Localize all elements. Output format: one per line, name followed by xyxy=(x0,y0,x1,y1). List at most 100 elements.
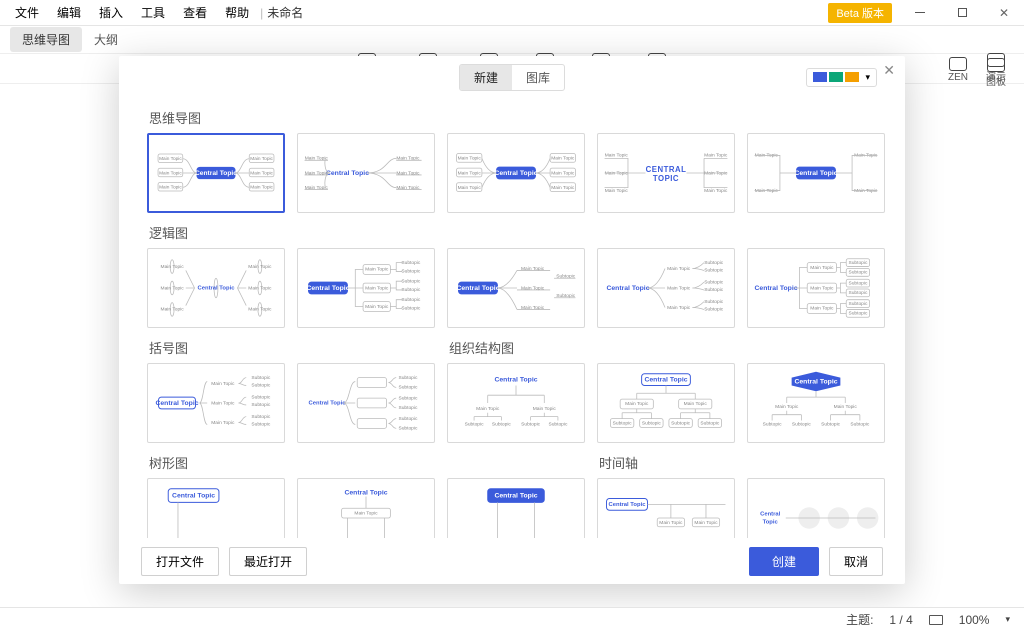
menu-file[interactable]: 文件 xyxy=(6,4,48,21)
view-tab-mindmap[interactable]: 思维导图 xyxy=(10,27,82,52)
svg-text:Subtopic: Subtopic xyxy=(548,422,567,428)
status-zoom[interactable]: 100% xyxy=(959,613,990,627)
svg-text:Central Topic: Central Topic xyxy=(155,400,198,407)
svg-text:Central Topic: Central Topic xyxy=(344,489,387,496)
svg-text:Subtopic: Subtopic xyxy=(613,421,632,427)
template-org-1[interactable]: Central Topic Main TopicMain Topic Subto… xyxy=(447,363,585,443)
template-tree-1[interactable]: Central Topic xyxy=(147,478,285,538)
template-brace-2[interactable]: Central Topic SubtopicSubtopic SubtopicS… xyxy=(297,363,435,443)
fit-to-screen-icon[interactable] xyxy=(929,615,943,625)
svg-text:Main Topic: Main Topic xyxy=(605,188,629,194)
svg-text:Main Topic: Main Topic xyxy=(458,170,482,176)
svg-text:Main Topic: Main Topic xyxy=(694,520,718,526)
template-logic-4[interactable]: Central Topic Main TopicMain TopicMain T… xyxy=(597,248,735,328)
section-title-logic: 逻辑图 xyxy=(149,223,877,242)
template-org-2[interactable]: Central Topic Main Topic Main Topic Subt… xyxy=(597,363,735,443)
recent-files-button[interactable]: 最近打开 xyxy=(229,547,307,576)
menu-view[interactable]: 查看 xyxy=(174,4,216,21)
open-file-button[interactable]: 打开文件 xyxy=(141,547,219,576)
window-maximize-button[interactable] xyxy=(948,5,976,21)
svg-text:Central: Central xyxy=(760,512,781,518)
svg-text:Central Topic: Central Topic xyxy=(306,285,349,292)
template-logic-5[interactable]: Central Topic Main Topic Main Topic Main… xyxy=(747,248,885,328)
view-tab-outline[interactable]: 大纲 xyxy=(82,27,130,52)
svg-text:TOPIC: TOPIC xyxy=(653,174,679,183)
svg-text:Subtopic: Subtopic xyxy=(848,270,867,276)
svg-text:Subtopic: Subtopic xyxy=(398,426,417,432)
svg-text:Main Topic: Main Topic xyxy=(667,266,691,272)
cancel-button[interactable]: 取消 xyxy=(829,547,883,576)
template-tree-2[interactable]: Central Topic Main Topic xyxy=(297,478,435,538)
svg-text:Main Topic: Main Topic xyxy=(810,285,834,291)
document-title: 未命名 xyxy=(267,4,303,21)
section-logic: Central Topic Main Topic Main Topic Main… xyxy=(147,248,877,328)
svg-text:Subtopic: Subtopic xyxy=(401,269,420,275)
section-mindmap: Central Topic Main Topic Main Topic Main… xyxy=(147,133,877,213)
svg-text:Main Topic: Main Topic xyxy=(684,401,708,407)
svg-text:Main Topic: Main Topic xyxy=(159,170,182,176)
theme-picker[interactable]: ▾ xyxy=(806,68,877,87)
svg-text:Subtopic: Subtopic xyxy=(763,422,782,428)
svg-text:Subtopic: Subtopic xyxy=(401,278,420,284)
menu-insert[interactable]: 插入 xyxy=(90,4,132,21)
beta-badge: Beta 版本 xyxy=(828,3,892,23)
template-tree-3[interactable]: Central Topic xyxy=(447,478,585,538)
svg-text:Central Topic: Central Topic xyxy=(794,170,837,177)
template-mindmap-4[interactable]: CENTRAL TOPIC Main TopicMain TopicMain T… xyxy=(597,133,735,213)
svg-text:Subtopic: Subtopic xyxy=(848,260,867,266)
menu-help[interactable]: 帮助 xyxy=(216,4,258,21)
svg-text:Central Topic: Central Topic xyxy=(309,401,347,407)
svg-text:Subtopic: Subtopic xyxy=(251,414,270,420)
svg-text:Main Topic: Main Topic xyxy=(365,285,389,291)
menu-edit[interactable]: 编辑 xyxy=(48,4,90,21)
svg-text:Subtopic: Subtopic xyxy=(792,422,811,428)
window-minimize-button[interactable] xyxy=(906,5,934,21)
svg-text:Main Topic: Main Topic xyxy=(248,307,272,313)
svg-text:Subtopic: Subtopic xyxy=(704,279,723,285)
svg-text:Central Topic: Central Topic xyxy=(755,285,798,292)
svg-text:Subtopic: Subtopic xyxy=(700,421,719,427)
svg-text:Main Topic: Main Topic xyxy=(250,185,273,191)
svg-text:Main Topic: Main Topic xyxy=(476,406,500,412)
window-close-button[interactable] xyxy=(990,5,1018,21)
svg-text:Subtopic: Subtopic xyxy=(850,422,869,428)
svg-text:Subtopic: Subtopic xyxy=(704,268,723,274)
create-button[interactable]: 创建 xyxy=(749,547,819,576)
svg-text:Subtopic: Subtopic xyxy=(398,395,417,401)
svg-text:Main Topic: Main Topic xyxy=(533,406,557,412)
svg-text:Main Topic: Main Topic xyxy=(810,265,834,271)
template-logic-1[interactable]: Central Topic Main Topic Main Topic Main… xyxy=(147,248,285,328)
template-mindmap-1[interactable]: Central Topic Main Topic Main Topic Main… xyxy=(147,133,285,213)
svg-text:Subtopic: Subtopic xyxy=(821,422,840,428)
svg-text:Main Topic: Main Topic xyxy=(248,264,272,270)
dialog-tab-new[interactable]: 新建 xyxy=(460,65,512,90)
template-mindmap-2[interactable]: Central Topic Main TopicMain TopicMain T… xyxy=(297,133,435,213)
menubar: 文件 编辑 插入 工具 查看 帮助 | 未命名 Beta 版本 xyxy=(0,0,1024,26)
svg-text:Main Topic: Main Topic xyxy=(810,306,834,312)
svg-text:Subtopic: Subtopic xyxy=(704,307,723,313)
template-brace-1[interactable]: Central Topic Main TopicMain TopicMain T… xyxy=(147,363,285,443)
template-timeline-1[interactable]: Central Topic Main Topic Main Topic xyxy=(597,478,735,538)
svg-text:Main Topic: Main Topic xyxy=(551,170,575,176)
template-timeline-2[interactable]: Central Topic xyxy=(747,478,885,538)
svg-text:Main Topic: Main Topic xyxy=(248,285,272,291)
dialog-body: 思维导图 Central Topic Main Topic Main Topic… xyxy=(119,98,905,538)
svg-text:Main Topic: Main Topic xyxy=(211,400,235,406)
chevron-down-icon[interactable]: ▾ xyxy=(1005,614,1010,625)
template-logic-3[interactable]: Central Topic Main Topic Subtopic Main T… xyxy=(447,248,585,328)
dialog-footer: 打开文件 最近打开 创建 取消 xyxy=(119,538,905,584)
template-org-3[interactable]: Central Topic Main TopicMain Topic Subto… xyxy=(747,363,885,443)
svg-text:Main Topic: Main Topic xyxy=(521,285,545,291)
dialog-tab-gallery[interactable]: 图库 xyxy=(512,65,564,90)
menu-tools[interactable]: 工具 xyxy=(132,4,174,21)
template-mindmap-5[interactable]: Central Topic Main TopicMain Topic Main … xyxy=(747,133,885,213)
svg-text:Subtopic: Subtopic xyxy=(642,421,661,427)
svg-text:Central Topic: Central Topic xyxy=(609,502,647,508)
svg-text:Central Topic: Central Topic xyxy=(195,170,237,177)
svg-text:Main Topic: Main Topic xyxy=(521,266,545,272)
section-title-timeline: 时间轴 xyxy=(599,453,885,472)
svg-text:Main Topic: Main Topic xyxy=(659,520,683,526)
template-logic-2[interactable]: Central Topic Main Topic Main Topic Main… xyxy=(297,248,435,328)
template-mindmap-3[interactable]: Central Topic Main Topic Main Topic Main… xyxy=(447,133,585,213)
svg-text:Main Topic: Main Topic xyxy=(211,420,235,426)
